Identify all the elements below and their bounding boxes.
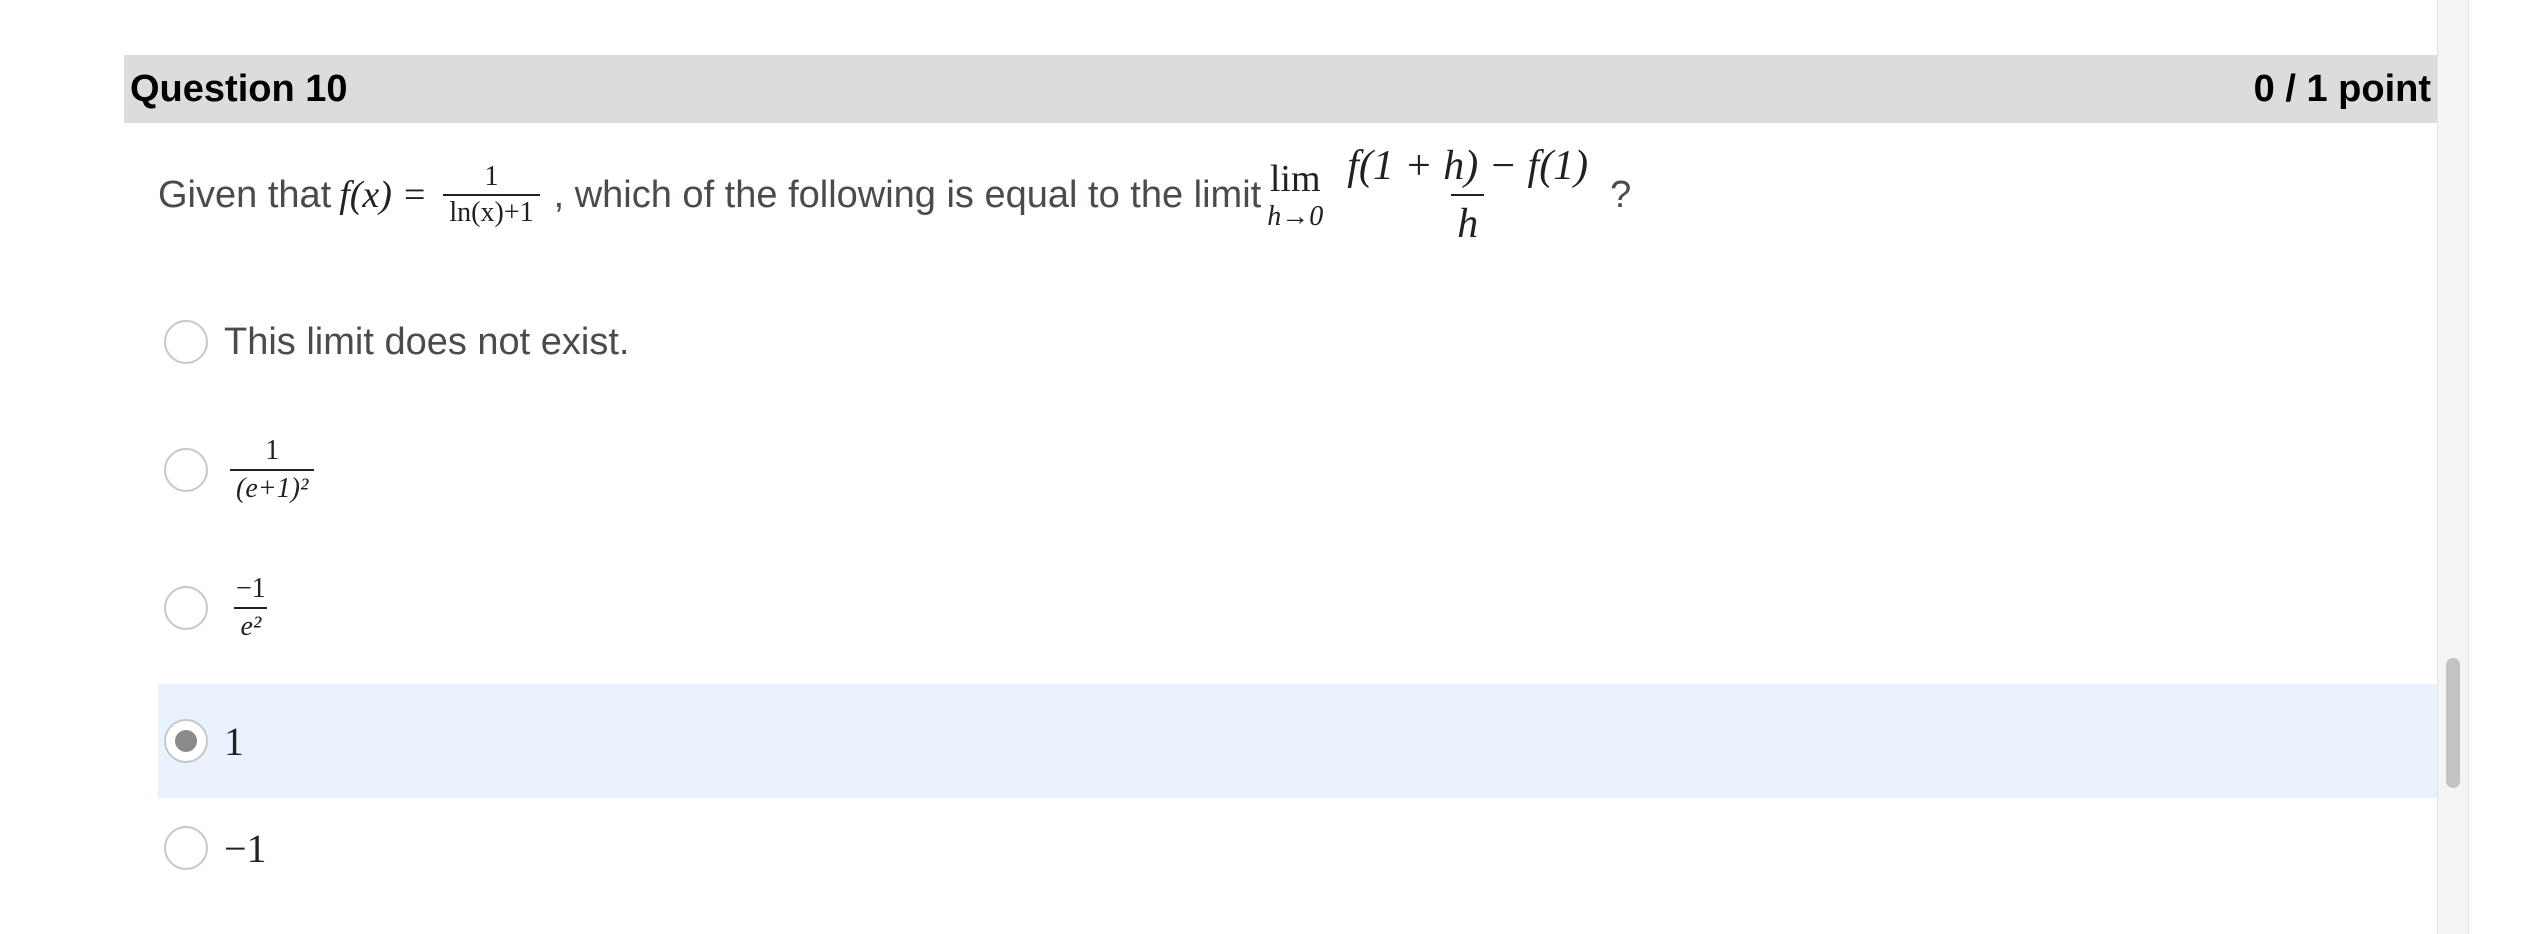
prompt-equals: =: [403, 174, 426, 216]
answer-option-fraction: −1 e²: [230, 571, 272, 645]
answer-option-fraction: 1 (e+1)²: [230, 433, 315, 507]
question-title: Question 10: [130, 67, 348, 110]
limit-subscript: h→0: [1267, 201, 1324, 232]
radio-button-selected[interactable]: [164, 719, 208, 763]
answer-option-5[interactable]: −1: [158, 818, 2437, 878]
answer-option-label: 1: [224, 718, 244, 764]
prompt-question-mark: ?: [1610, 173, 1632, 216]
answer-option-2[interactable]: 1 (e+1)²: [158, 420, 2437, 520]
prompt-fraction-numerator: 1: [484, 161, 499, 192]
question-prompt: Given that f(x) = 1 ln(x)+1 , which of t…: [158, 135, 1858, 255]
limit-denominator: h: [1451, 194, 1485, 252]
prompt-middle-text: , which of the following is equal to the…: [553, 173, 1262, 216]
scrollbar-track[interactable]: [2437, 0, 2469, 934]
answer-option-1[interactable]: This limit does not exist.: [158, 312, 2437, 372]
limit-fraction: f(1 + h) − f(1) h: [1341, 138, 1594, 252]
limit-word: lim: [1269, 158, 1321, 200]
fraction-denominator: e²: [234, 607, 268, 645]
question-score: 0 / 1 point: [2253, 67, 2431, 110]
fraction-numerator: −1: [236, 573, 266, 604]
fraction-denominator: (e+1)²: [230, 469, 315, 507]
answer-option-label: −1: [224, 825, 267, 871]
answer-option-3[interactable]: −1 e²: [158, 558, 2437, 658]
prompt-fx: f(x): [339, 174, 392, 216]
question-header: Question 10 0 / 1 point: [124, 55, 2437, 123]
radio-dot-icon: [175, 730, 197, 752]
prompt-fraction-denominator: ln(x)+1: [443, 194, 540, 230]
prompt-fraction: 1 ln(x)+1: [443, 160, 540, 230]
answer-option-4[interactable]: 1: [158, 684, 2437, 798]
radio-button[interactable]: [164, 320, 208, 364]
radio-button[interactable]: [164, 586, 208, 630]
limit-operator: lim h→0: [1267, 157, 1323, 233]
radio-button[interactable]: [164, 826, 208, 870]
fraction-numerator: 1: [265, 435, 280, 466]
scrollbar-thumb[interactable]: [2446, 658, 2460, 788]
radio-button[interactable]: [164, 448, 208, 492]
limit-numerator: f(1 + h) − f(1): [1347, 143, 1589, 189]
answer-option-label: This limit does not exist.: [224, 320, 630, 363]
prompt-lead: Given that: [158, 173, 332, 216]
